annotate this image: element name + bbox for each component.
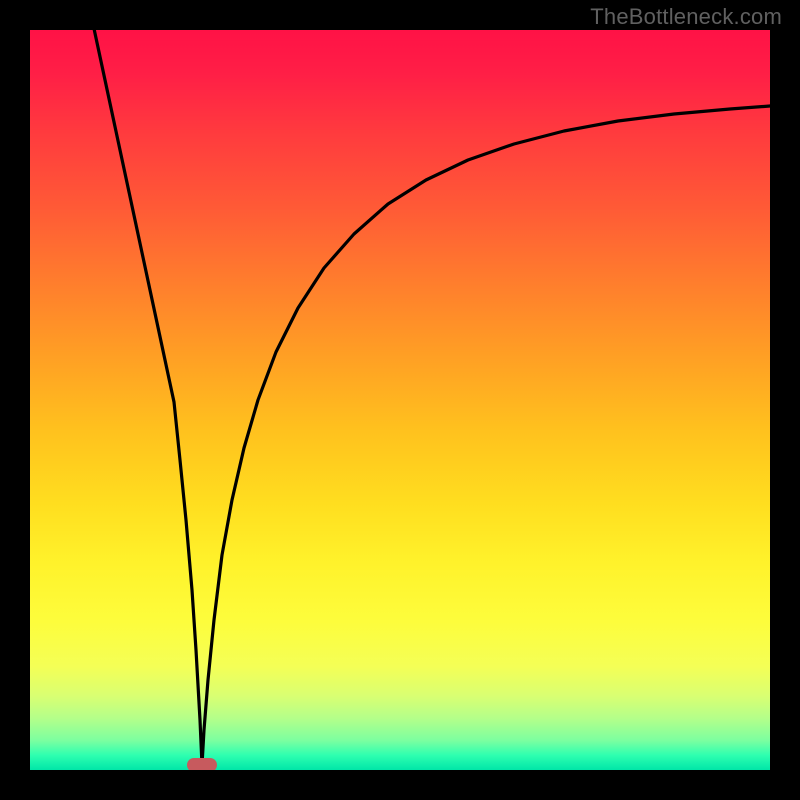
curve-svg — [30, 30, 770, 770]
bottleneck-curve — [90, 30, 770, 765]
watermark-text: TheBottleneck.com — [590, 4, 782, 30]
minimum-marker — [187, 758, 217, 770]
plot-area — [30, 30, 770, 770]
chart-frame: TheBottleneck.com — [0, 0, 800, 800]
